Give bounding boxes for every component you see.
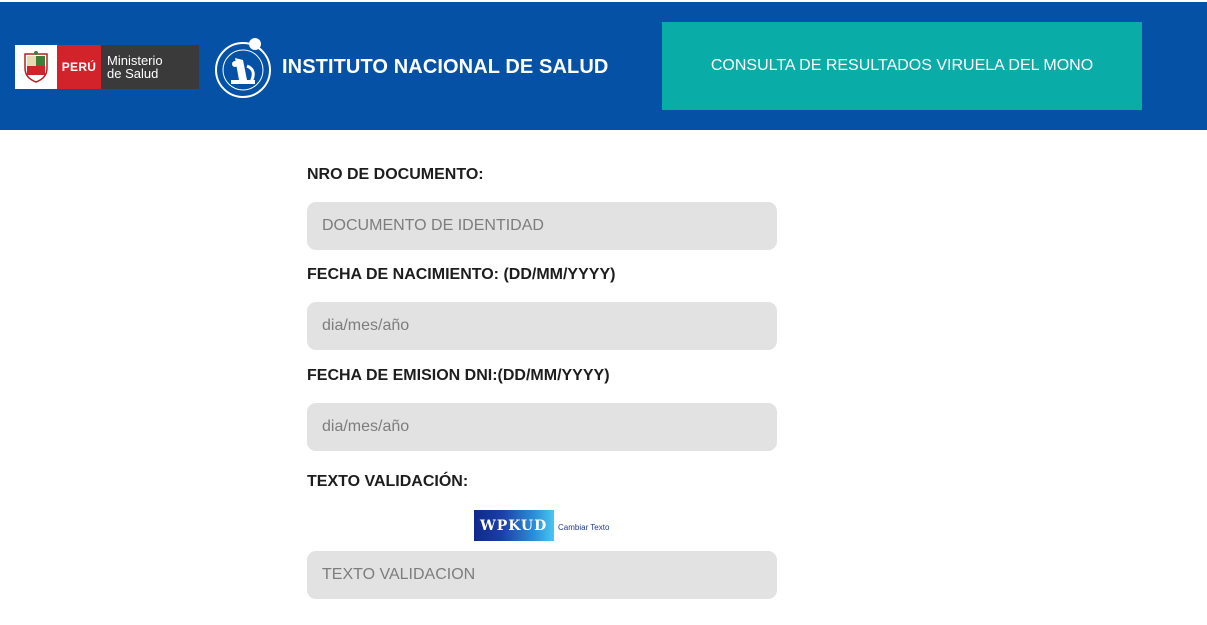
institute-title: INSTITUTO NACIONAL DE SALUD [282, 56, 609, 78]
dni-emission-label: FECHA DE EMISION DNI:(DD/MM/YYYY) [307, 367, 610, 384]
ministry-line-2: de Salud [107, 66, 159, 81]
document-label: NRO DE DOCUMENTO: [307, 166, 484, 183]
document-input[interactable] [307, 202, 777, 250]
birth-date-input[interactable] [307, 302, 777, 350]
validation-input[interactable] [307, 551, 777, 599]
peru-label: PERÚ [57, 45, 101, 89]
validation-label: TEXTO VALIDACIÓN: [307, 473, 469, 490]
site-header: PERÚ Ministerio de Salud INSTITUTO NACIO… [0, 0, 1207, 130]
peru-ministry-logo[interactable]: PERÚ Ministerio de Salud [15, 45, 199, 89]
ins-emblem-icon [213, 36, 275, 100]
ministry-name: Ministerio de Salud [101, 45, 199, 89]
captcha-image: WPKUD [474, 510, 554, 541]
birth-date-label: FECHA DE NACIMIENTO: (DD/MM/YYYY) [307, 266, 616, 283]
consulta-banner: CONSULTA DE RESULTADOS VIRUELA DEL MONO [662, 22, 1142, 110]
change-captcha-link[interactable]: Cambiar Texto [558, 523, 609, 532]
captcha-row: WPKUD Cambiar Texto [474, 510, 609, 541]
peru-coat-of-arms-icon [15, 45, 57, 89]
dni-emission-input[interactable] [307, 403, 777, 451]
